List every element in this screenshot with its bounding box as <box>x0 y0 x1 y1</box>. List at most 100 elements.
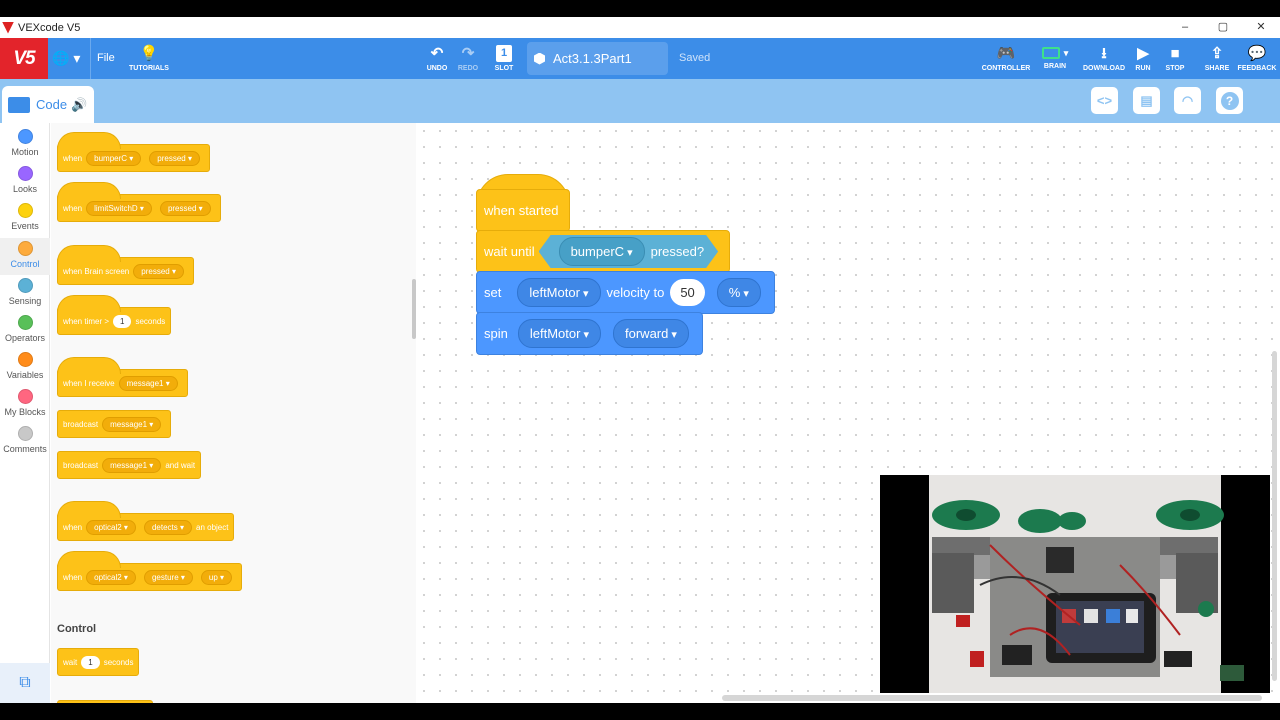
action-dropdown[interactable]: gesture <box>143 569 193 585</box>
run-button[interactable]: ▶ RUN <box>1131 38 1155 79</box>
feedback-icon: 💬 <box>1247 44 1267 62</box>
code-tab[interactable]: Code 🔊 <box>2 86 94 123</box>
category-events[interactable]: Events <box>0 203 50 231</box>
v5-logo: V5 <box>0 38 48 79</box>
maximize-button[interactable]: ▢ <box>1204 17 1242 38</box>
device-dropdown[interactable]: limitSwitchD <box>86 200 152 216</box>
message-dropdown[interactable]: message1 <box>102 457 162 473</box>
category-motion[interactable]: Motion <box>0 129 50 157</box>
set-velocity-block[interactable]: set leftMotor velocity to 50 % <box>476 271 775 314</box>
save-status: Saved <box>679 52 711 64</box>
stop-button[interactable]: ■ STOP <box>1164 38 1186 79</box>
palette-when-optical-gesture-block[interactable]: when optical2 gesture up <box>57 551 243 591</box>
slot-button[interactable]: 1 SLOT <box>492 38 516 79</box>
spin-direction-dropdown[interactable]: forward <box>613 319 689 348</box>
sensing-dot-icon <box>17 278 33 293</box>
category-sensing[interactable]: Sensing <box>0 278 50 306</box>
spin-motor-dropdown[interactable]: leftMotor <box>517 319 602 348</box>
help-icon: ? <box>1220 91 1239 110</box>
timer-value-input[interactable]: 1 <box>113 314 132 328</box>
category-variables[interactable]: Variables <box>0 352 50 380</box>
category-operators[interactable]: Operators <box>0 315 50 343</box>
download-button[interactable]: ⭳ DOWNLOAD <box>1083 38 1125 79</box>
tutorials-button[interactable]: 💡 TUTORIALS <box>129 38 169 79</box>
palette-repeat-block[interactable]: repeat 10 <box>57 700 153 703</box>
spin-motor-block[interactable]: spin leftMotor forward <box>476 312 703 355</box>
comments-dot-icon <box>17 426 33 441</box>
block-palette: when bumperC pressed when limitSwitchD p… <box>51 123 416 703</box>
palette-when-timer-block[interactable]: when timer > 1 seconds <box>57 295 172 335</box>
brain-icon <box>1041 47 1060 59</box>
stop-icon: ■ <box>1170 44 1180 62</box>
category-my-blocks[interactable]: My Blocks <box>0 389 50 417</box>
robot-photo <box>929 475 1244 693</box>
palette-broadcast-block[interactable]: broadcast message1 <box>57 410 172 438</box>
dashboard-button[interactable]: ◠ <box>1174 87 1201 114</box>
main-toolbar: V5 🌐 ▾ File 💡 TUTORIALS ↶ UNDO ↷ REDO 1 … <box>0 38 1280 79</box>
palette-wait-block[interactable]: wait 1 seconds <box>57 648 140 676</box>
code-viewer-button[interactable]: <> <box>1091 87 1118 114</box>
palette-when-optical-detects-block[interactable]: when optical2 detects an object <box>57 501 235 541</box>
undo-icon: ↶ <box>430 44 444 62</box>
code-blocks-icon <box>8 96 30 113</box>
feedback-button[interactable]: 💬 FEEDBACK <box>1237 38 1277 79</box>
extensions-button[interactable]: ⧉ <box>0 663 50 703</box>
palette-when-i-receive-block[interactable]: when I receive message1 <box>57 357 188 397</box>
direction-dropdown[interactable]: up <box>200 569 233 585</box>
palette-when-limit-switch-block[interactable]: when limitSwitchD pressed <box>57 182 221 222</box>
message-dropdown[interactable]: message1 <box>102 416 162 432</box>
set-motor-dropdown[interactable]: leftMotor <box>517 278 601 307</box>
language-globe-icon[interactable]: 🌐 ▾ <box>52 38 80 79</box>
category-looks[interactable]: Looks <box>0 166 50 194</box>
wait-value-input[interactable]: 1 <box>81 655 100 669</box>
vexcode-window: VEXcode V5 – ▢ ✕ V5 🌐 ▾ File 💡 TUTORIALS… <box>0 17 1280 703</box>
project-name-field[interactable]: Act3.1.3Part1 <box>527 42 668 75</box>
state-dropdown[interactable]: pressed <box>133 263 184 279</box>
palette-broadcast-and-wait-block[interactable]: broadcast message1 and wait <box>57 451 202 479</box>
controller-button[interactable]: 🎮 CONTROLLER <box>982 38 1031 79</box>
wait-until-block[interactable]: wait until bumperC pressed? <box>476 230 731 273</box>
window-controls: – ▢ ✕ <box>1166 17 1280 38</box>
workspace-horizontal-scrollbar[interactable] <box>722 695 1262 701</box>
brain-button[interactable]: ▾ BRAIN <box>1035 38 1075 79</box>
events-dot-icon <box>17 203 33 218</box>
velocity-value-input[interactable]: 50 <box>670 279 705 306</box>
state-dropdown[interactable]: pressed <box>159 200 211 216</box>
file-menu-button[interactable]: File <box>90 38 115 79</box>
redo-icon: ↷ <box>461 44 475 62</box>
device-dropdown[interactable]: bumperC <box>86 150 142 166</box>
brain-indicator: ▾ <box>1041 47 1068 63</box>
devices-button[interactable]: ▤ <box>1133 87 1160 114</box>
motion-dot-icon <box>17 129 33 144</box>
category-sidebar: Motion Looks Events Control Sensing Oper… <box>0 123 50 703</box>
minimize-button[interactable]: – <box>1166 17 1204 38</box>
undo-button[interactable]: ↶ UNDO <box>424 38 450 79</box>
help-button[interactable]: ? <box>1216 87 1243 114</box>
workspace-vertical-scrollbar[interactable] <box>1272 351 1277 681</box>
device-dropdown[interactable]: optical2 <box>86 519 136 535</box>
speaker-icon[interactable]: 🔊 <box>71 97 87 113</box>
action-dropdown[interactable]: detects <box>143 519 192 535</box>
devices-icon: ▤ <box>1140 92 1153 108</box>
close-button[interactable]: ✕ <box>1242 17 1280 38</box>
vexcode-app-icon <box>2 21 14 34</box>
window-title: VEXcode V5 <box>18 21 81 34</box>
download-icon: ⭳ <box>1101 44 1107 62</box>
bumper-pressed-condition[interactable]: bumperC pressed? <box>539 235 719 268</box>
project-hex-icon <box>534 52 545 65</box>
redo-button[interactable]: ↷ REDO <box>455 38 481 79</box>
bumper-device-dropdown[interactable]: bumperC <box>559 237 645 266</box>
state-dropdown[interactable]: pressed <box>149 150 200 166</box>
controller-icon: 🎮 <box>996 44 1016 62</box>
control-dot-icon <box>17 241 33 256</box>
velocity-unit-dropdown[interactable]: % <box>716 278 761 307</box>
share-button[interactable]: ⇪ SHARE <box>1203 38 1231 79</box>
category-control[interactable]: Control <box>0 238 50 275</box>
message-dropdown[interactable]: message1 <box>118 375 178 391</box>
palette-when-brain-screen-block[interactable]: when Brain screen pressed <box>57 245 194 285</box>
palette-when-bumper-pressed-block[interactable]: when bumperC pressed <box>57 132 210 172</box>
device-dropdown[interactable]: optical2 <box>86 569 136 585</box>
category-comments[interactable]: Comments <box>0 426 50 454</box>
slot-number-icon: 1 <box>496 45 512 62</box>
when-started-block[interactable]: when started <box>476 189 570 232</box>
